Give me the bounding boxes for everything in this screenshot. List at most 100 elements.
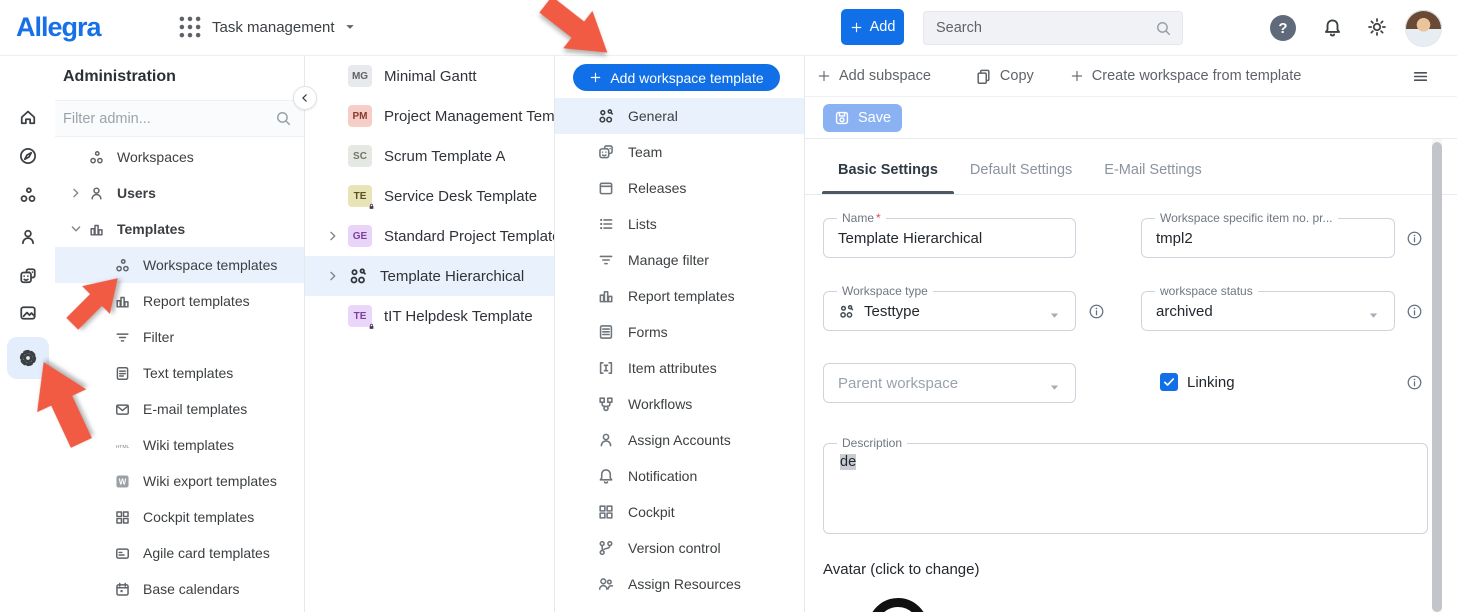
rail-item-settings[interactable] xyxy=(7,337,49,379)
info-icon[interactable] xyxy=(1088,303,1105,320)
add-subspace-button[interactable]: Add subspace xyxy=(817,68,931,84)
add-button[interactable]: Add xyxy=(841,9,904,45)
template-list-item-template-hierarchical[interactable]: Template Hierarchical xyxy=(305,256,554,296)
tree-right-icon[interactable] xyxy=(325,228,341,244)
admin-tree-item-templates[interactable]: Templates xyxy=(55,211,304,247)
template-list-item-minimal-gantt[interactable]: MGMinimal Gantt xyxy=(305,56,554,96)
rail-item-home[interactable] xyxy=(7,96,49,138)
tree-item-label: Workspace templates xyxy=(143,257,277,273)
section-menu-item-forms[interactable]: Forms xyxy=(555,314,804,350)
scrollbar-thumb[interactable] xyxy=(1432,142,1442,612)
section-menu-item-cockpit[interactable]: Cockpit xyxy=(555,494,804,530)
allegra-logo: Allegra xyxy=(16,12,101,43)
info-icon[interactable] xyxy=(1406,230,1423,247)
section-menu-item-assign-accounts[interactable]: Assign Accounts xyxy=(555,422,804,458)
description-editor[interactable]: Description de xyxy=(823,443,1428,534)
admin-tree-item-cockpit-templates[interactable]: Cockpit templates xyxy=(55,499,304,535)
save-button[interactable]: Save xyxy=(823,104,902,132)
tab-default-settings[interactable]: Default Settings xyxy=(954,162,1088,194)
admin-tree-item-agile-card-templates[interactable]: Agile card templates xyxy=(55,535,304,571)
info-icon[interactable] xyxy=(1406,374,1423,391)
theme-sun-icon[interactable] xyxy=(1367,17,1387,37)
item-prefix-field-label: Workspace specific item no. pr... xyxy=(1155,211,1338,225)
people-icon xyxy=(597,575,615,593)
section-menu-item-version-control[interactable]: Version control xyxy=(555,530,804,566)
doc-icon xyxy=(114,365,131,382)
svg-text:W: W xyxy=(119,477,127,486)
rail-item-projects[interactable] xyxy=(7,292,49,334)
notifications-bell-icon[interactable] xyxy=(1322,17,1343,38)
left-icon-rail xyxy=(0,56,55,612)
tree-down-icon[interactable] xyxy=(68,221,84,237)
rail-item-users[interactable] xyxy=(7,216,49,258)
section-label: Version control xyxy=(628,540,721,556)
add-button-label: Add xyxy=(870,19,896,35)
template-list-item-scrum-template-a[interactable]: SCScrum Template A xyxy=(305,136,554,176)
hamburger-menu-icon[interactable] xyxy=(1412,68,1429,85)
explore-icon xyxy=(18,146,38,166)
admin-tree-item-wiki-export-templates[interactable]: WWiki export templates xyxy=(55,463,304,499)
admin-tree-item-e-mail-templates[interactable]: E-mail templates xyxy=(55,391,304,427)
admin-tree-item-text-templates[interactable]: Text templates xyxy=(55,355,304,391)
workspaces-icon xyxy=(18,185,38,205)
workspaces-icon xyxy=(114,257,131,274)
rail-item-workspaces[interactable] xyxy=(7,174,49,216)
parent-workspace-select[interactable]: Parent workspace xyxy=(823,363,1076,403)
calendar-icon xyxy=(114,581,131,598)
section-menu-item-notification[interactable]: Notification xyxy=(555,458,804,494)
section-menu-item-manage-filter[interactable]: Manage filter xyxy=(555,242,804,278)
admin-tree-item-users[interactable]: Users xyxy=(55,175,304,211)
create-workspace-from-template-button[interactable]: Create workspace from template xyxy=(1070,68,1302,84)
tree-item-label: Text templates xyxy=(143,365,233,381)
admin-tree-item-report-templates[interactable]: Report templates xyxy=(55,283,304,319)
list-icon xyxy=(597,215,615,233)
masks-icon xyxy=(18,266,38,286)
section-menu-item-releases[interactable]: Releases xyxy=(555,170,804,206)
rail-item-teams[interactable] xyxy=(7,255,49,297)
copy-button[interactable]: Copy xyxy=(975,68,1034,85)
search-icon xyxy=(1155,20,1172,37)
tab-e-mail-settings[interactable]: E-Mail Settings xyxy=(1088,162,1218,194)
add-workspace-template-button[interactable]: Add workspace template xyxy=(573,64,780,91)
admin-tree-item-base-calendars[interactable]: Base calendars xyxy=(55,571,304,607)
template-list-item-project-management-template[interactable]: PMProject Management Template xyxy=(305,96,554,136)
section-menu-item-lists[interactable]: Lists xyxy=(555,206,804,242)
parent-workspace-placeholder: Parent workspace xyxy=(838,364,958,402)
search-input[interactable] xyxy=(924,20,1155,36)
section-menu-item-general[interactable]: General xyxy=(555,98,804,134)
admin-tree-item-filter[interactable]: Filter xyxy=(55,319,304,355)
user-avatar[interactable] xyxy=(1405,10,1442,47)
linking-checkbox[interactable]: Linking xyxy=(1160,373,1235,391)
section-menu-item-assign-resources[interactable]: Assign Resources xyxy=(555,566,804,602)
branch-icon xyxy=(597,539,615,557)
collapse-panel-button[interactable] xyxy=(293,86,317,110)
save-row: Save xyxy=(805,97,1457,139)
cockpit-icon xyxy=(597,503,615,521)
bell-icon xyxy=(597,467,615,485)
section-menu-item-item-attributes[interactable]: Item attributes xyxy=(555,350,804,386)
tree-right-icon[interactable] xyxy=(325,268,341,284)
admin-tree-item-workspace-templates[interactable]: Workspace templates xyxy=(55,247,304,283)
description-text: de xyxy=(840,454,856,470)
info-icon[interactable] xyxy=(1406,303,1423,320)
section-label: Assign Resources xyxy=(628,576,741,592)
tree-item-label: Base calendars xyxy=(143,581,240,597)
tree-right-icon[interactable] xyxy=(68,185,84,201)
rail-item-explore[interactable] xyxy=(7,135,49,177)
section-menu-item-report-templates[interactable]: Report templates xyxy=(555,278,804,314)
tab-basic-settings[interactable]: Basic Settings xyxy=(822,162,954,194)
filter-admin-input[interactable] xyxy=(55,111,275,127)
app-switcher[interactable]: Task management xyxy=(177,14,356,40)
help-button[interactable]: ? xyxy=(1270,15,1296,41)
admin-tree-item-wiki-templates[interactable]: HTMLWiki templates xyxy=(55,427,304,463)
section-menu-item-team[interactable]: Team xyxy=(555,134,804,170)
template-list-item-service-desk-template[interactable]: TEService Desk Template xyxy=(305,176,554,216)
admin-tree-item-workspaces[interactable]: Workspaces xyxy=(55,139,304,175)
template-list-item-tit-helpdesk-template[interactable]: TEtIT Helpdesk Template xyxy=(305,296,554,336)
template-list-item-standard-project-template[interactable]: GEStandard Project Template xyxy=(305,216,554,256)
workspace-type-select[interactable]: Workspace type Testtype xyxy=(823,291,1076,331)
workspace-avatar[interactable] xyxy=(868,598,928,612)
workspace-status-select[interactable]: workspace status archived xyxy=(1141,291,1395,331)
section-menu-item-workflows[interactable]: Workflows xyxy=(555,386,804,422)
section-label: Notification xyxy=(628,468,697,484)
